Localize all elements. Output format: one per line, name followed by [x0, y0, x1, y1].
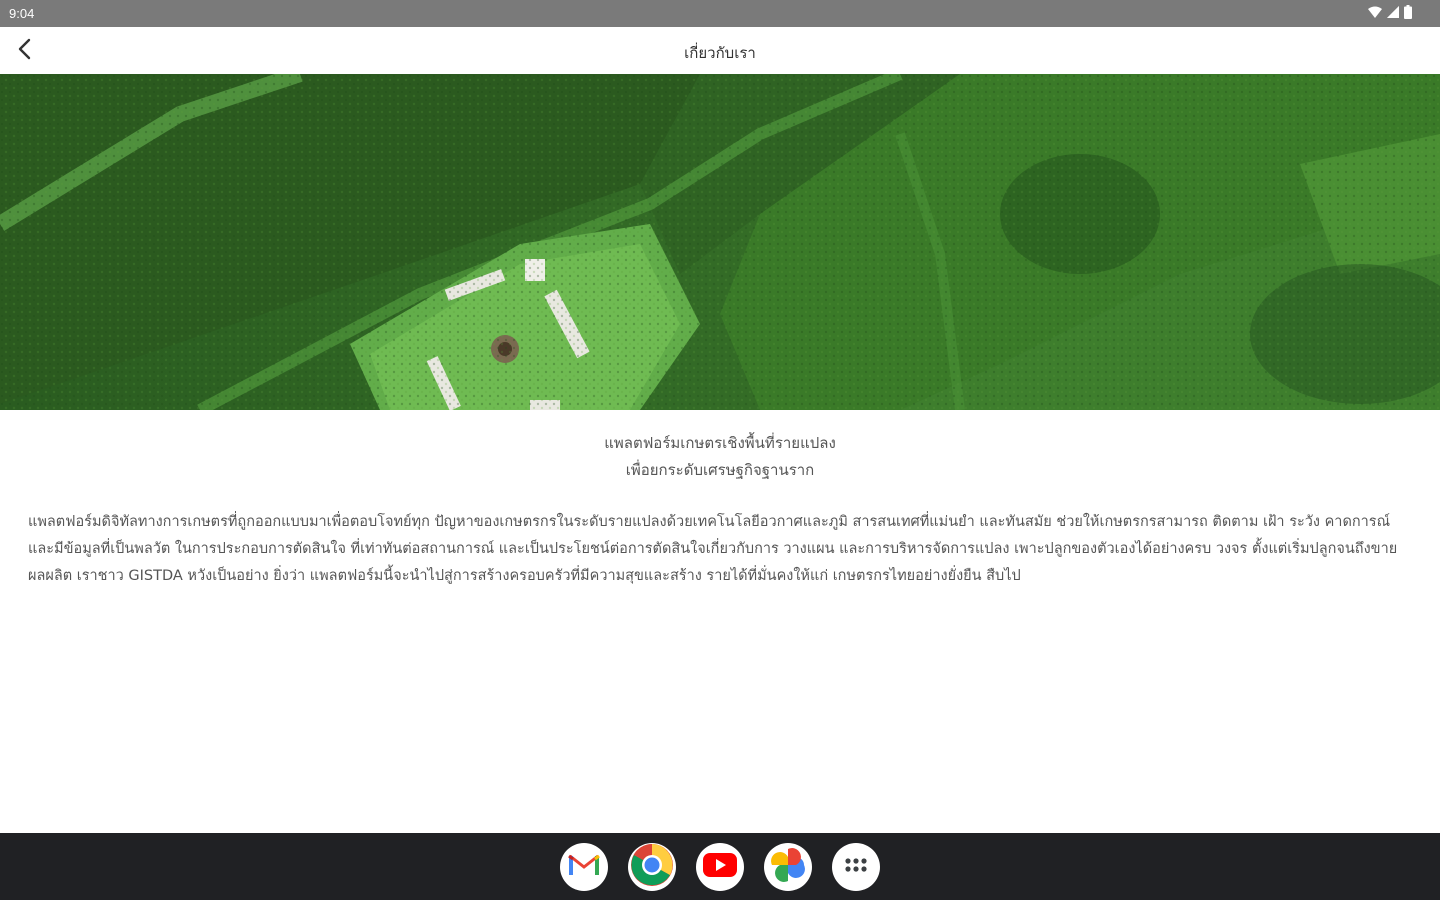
youtube-app[interactable] [696, 843, 744, 891]
photos-icon [770, 847, 806, 887]
taskbar [0, 833, 1440, 900]
about-description: แพลตฟอร์มดิจิทัลทางการเกษตรที่ถูกออกแบบม… [28, 514, 1398, 584]
hero-image [0, 74, 1440, 410]
app-drawer-icon [844, 857, 868, 877]
tagline: แพลตฟอร์มเกษตรเชิงพื้นที่รายแปลง เพื่อยก… [0, 430, 1440, 484]
page-title: เกี่ยวกับเรา [684, 44, 756, 62]
chrome-icon [630, 843, 674, 891]
gmail-app[interactable] [560, 843, 608, 891]
status-icons [1368, 5, 1412, 19]
wifi-icon [1368, 6, 1382, 18]
battery-icon [1404, 5, 1412, 19]
gmail-icon [568, 853, 600, 881]
tagline-line-1: แพลตฟอร์มเกษตรเชิงพื้นที่รายแปลง [604, 434, 836, 452]
chrome-app[interactable] [628, 843, 676, 891]
status-time: 9:04 [9, 6, 35, 21]
signal-icon [1387, 6, 1399, 18]
app-bar: เกี่ยวกับเรา [0, 27, 1440, 75]
tagline-line-2: เพื่อยกระดับเศรษฐกิจฐานราก [625, 461, 815, 479]
youtube-icon [703, 853, 737, 881]
status-bar: 9:04 [0, 0, 1440, 27]
photos-app[interactable] [764, 843, 812, 891]
app-dock [0, 843, 1440, 891]
app-drawer-button[interactable] [832, 843, 880, 891]
